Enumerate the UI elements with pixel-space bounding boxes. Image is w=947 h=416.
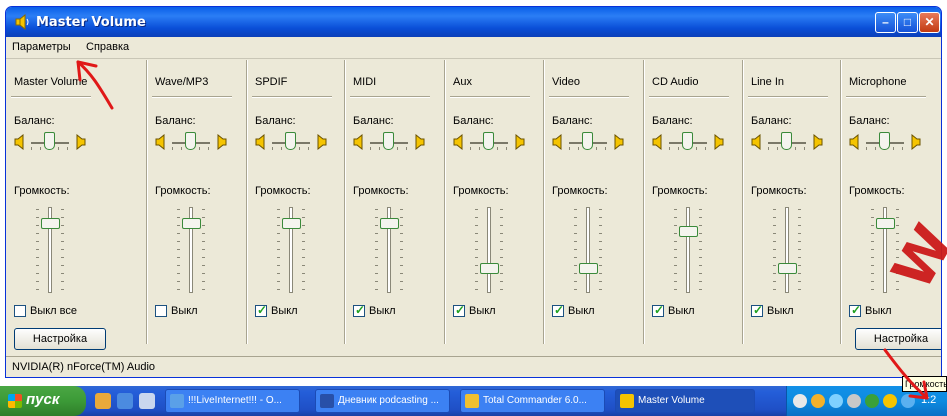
red-arrow-menu-annotation <box>76 60 114 110</box>
annotation-layer <box>76 60 929 400</box>
red-arrow-tray-annotation <box>883 348 929 400</box>
